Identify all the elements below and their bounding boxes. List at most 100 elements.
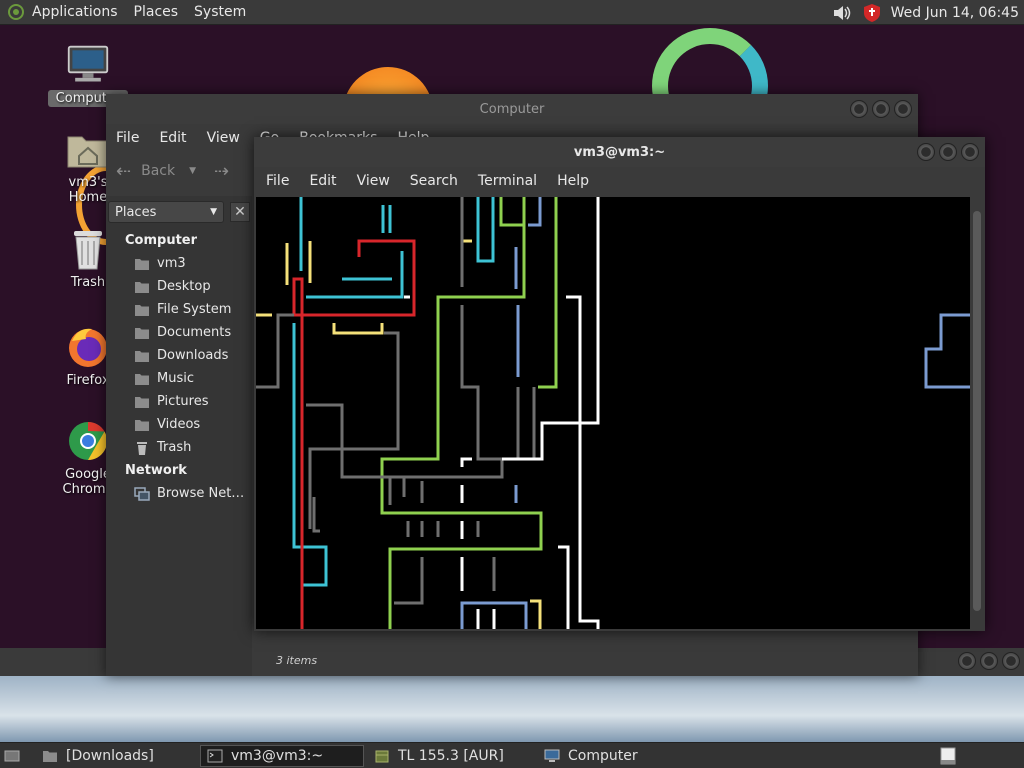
sidebar-item-label: Pictures <box>157 394 209 409</box>
minimize-button[interactable] <box>850 100 868 118</box>
back-arrow-icon: ⇠ <box>116 160 132 182</box>
pipe-gray <box>308 331 400 529</box>
maximize-button[interactable] <box>980 652 998 670</box>
close-button[interactable] <box>894 100 912 118</box>
volume-icon[interactable] <box>831 2 853 24</box>
menu-edit[interactable]: Edit <box>149 130 196 146</box>
pipe-yellow <box>332 323 384 335</box>
window-title: Computer <box>479 101 545 117</box>
folder-icon <box>43 750 57 762</box>
sidebar-item-label: Trash <box>157 440 192 455</box>
sidebar-item-desktop[interactable]: Desktop <box>134 279 211 294</box>
pipe-cyan <box>306 251 404 299</box>
home-folder-icon <box>66 128 110 170</box>
pipe-gray <box>256 313 294 389</box>
menu-help[interactable]: Help <box>547 173 599 189</box>
sidebar-item-pictures[interactable]: Pictures <box>134 394 208 409</box>
maximize-button[interactable] <box>939 143 957 161</box>
chevron-down-icon: ▼ <box>189 166 197 176</box>
pipe-cyan <box>476 197 495 263</box>
taskbar-item-terminal[interactable]: vm3@vm3:~ <box>200 744 364 767</box>
menu-file[interactable]: File <box>106 130 149 146</box>
system-menu[interactable]: System <box>186 0 254 25</box>
minimize-button[interactable] <box>958 652 976 670</box>
pipe-gray <box>312 497 320 533</box>
taskbar-item-label: vm3@vm3:~ <box>231 747 324 764</box>
pipes-animation <box>256 197 970 629</box>
folder-icon <box>135 396 149 408</box>
taskbar-item-downloads[interactable]: [Downloads] <box>36 745 196 767</box>
show-desktop-icon <box>4 750 20 761</box>
terminal-screen[interactable] <box>256 197 970 629</box>
sidebar-item-browse-network[interactable]: Browse Net… <box>134 486 244 501</box>
sidebar-item-videos[interactable]: Videos <box>134 417 200 432</box>
firefox-icon <box>66 326 110 368</box>
pipe-gray <box>516 387 536 461</box>
pipe-white <box>558 545 570 629</box>
pipe-gray <box>386 305 504 479</box>
wallpaper-sky <box>0 676 1024 742</box>
terminal-scrollbar[interactable] <box>970 197 985 629</box>
menu-search[interactable]: Search <box>400 173 468 189</box>
sidebar-item-label: Browse Net… <box>157 486 245 501</box>
folder-icon <box>135 350 149 362</box>
close-icon: ✕ <box>234 204 246 220</box>
close-sidebar-button[interactable]: ✕ <box>230 202 250 222</box>
taskbar-item-computer[interactable]: Computer <box>538 745 644 767</box>
sidebar-item-downloads[interactable]: Downloads <box>134 348 228 363</box>
sidebar-item-file-system[interactable]: File System <box>134 302 231 317</box>
file-manager-titlebar[interactable]: Computer <box>106 94 918 124</box>
home-folder-icon <box>135 258 149 270</box>
workspace-icon <box>940 747 956 765</box>
menu-view[interactable]: View <box>347 173 400 189</box>
computer-icon <box>544 749 560 762</box>
places-menu[interactable]: Places <box>126 0 187 25</box>
folder-icon <box>135 419 149 431</box>
sidebar-item-vm3[interactable]: vm3 <box>134 256 186 271</box>
scrollbar-thumb[interactable] <box>973 211 981 611</box>
pipe-red <box>292 239 416 629</box>
sidebar-section-network: Network <box>125 463 187 478</box>
close-button[interactable] <box>1002 652 1020 670</box>
system-tray: Wed Jun 14, 06:45 <box>831 0 1024 25</box>
sidebar-item-label: File System <box>157 302 232 317</box>
pipe-white <box>566 295 600 629</box>
sidebar-item-trash[interactable]: Trash <box>134 440 191 455</box>
terminal-menubar: File Edit View Search Terminal Help <box>254 167 985 195</box>
security-shield-icon[interactable] <box>861 2 883 24</box>
places-dropdown[interactable]: Places ▼ <box>108 201 224 223</box>
item-count-status: 3 items <box>276 653 318 667</box>
folder-icon <box>135 327 149 339</box>
trash-icon <box>137 441 147 455</box>
folder-icon <box>135 281 149 293</box>
places-dropdown-label: Places <box>115 204 157 220</box>
sidebar-item-documents[interactable]: Documents <box>134 325 231 340</box>
back-button[interactable]: ⇠ Back ▼ <box>116 161 196 182</box>
window-controls <box>954 652 1020 670</box>
sidebar-item-label: Videos <box>157 417 201 432</box>
menu-terminal[interactable]: Terminal <box>468 173 547 189</box>
close-button[interactable] <box>961 143 979 161</box>
distro-logo-icon <box>8 4 24 20</box>
menu-file[interactable]: File <box>256 173 299 189</box>
taskbar-item-label: Computer <box>568 747 638 764</box>
network-icon <box>134 486 150 501</box>
maximize-button[interactable] <box>872 100 890 118</box>
terminal-titlebar[interactable]: vm3@vm3:~ <box>254 137 985 167</box>
sidebar-item-label: Documents <box>157 325 232 340</box>
system-menu-label: System <box>194 4 247 20</box>
menu-edit[interactable]: Edit <box>299 173 346 189</box>
folder-icon <box>135 304 149 316</box>
clock[interactable]: Wed Jun 14, 06:45 <box>891 5 1024 21</box>
show-desktop-button[interactable] <box>0 745 32 767</box>
minimize-button[interactable] <box>917 143 935 161</box>
computer-icon <box>66 44 110 86</box>
sidebar-item-label: Music <box>157 371 194 386</box>
forward-button[interactable]: ⇢ <box>214 161 229 182</box>
taskbar-item-package[interactable]: TL 155.3 [AUR] <box>368 745 534 767</box>
chevron-down-icon: ▼ <box>210 207 217 217</box>
menu-view[interactable]: View <box>197 130 250 146</box>
workspace-switcher[interactable] <box>938 746 958 766</box>
sidebar-item-music[interactable]: Music <box>134 371 194 386</box>
applications-menu[interactable]: Applications <box>0 0 126 25</box>
